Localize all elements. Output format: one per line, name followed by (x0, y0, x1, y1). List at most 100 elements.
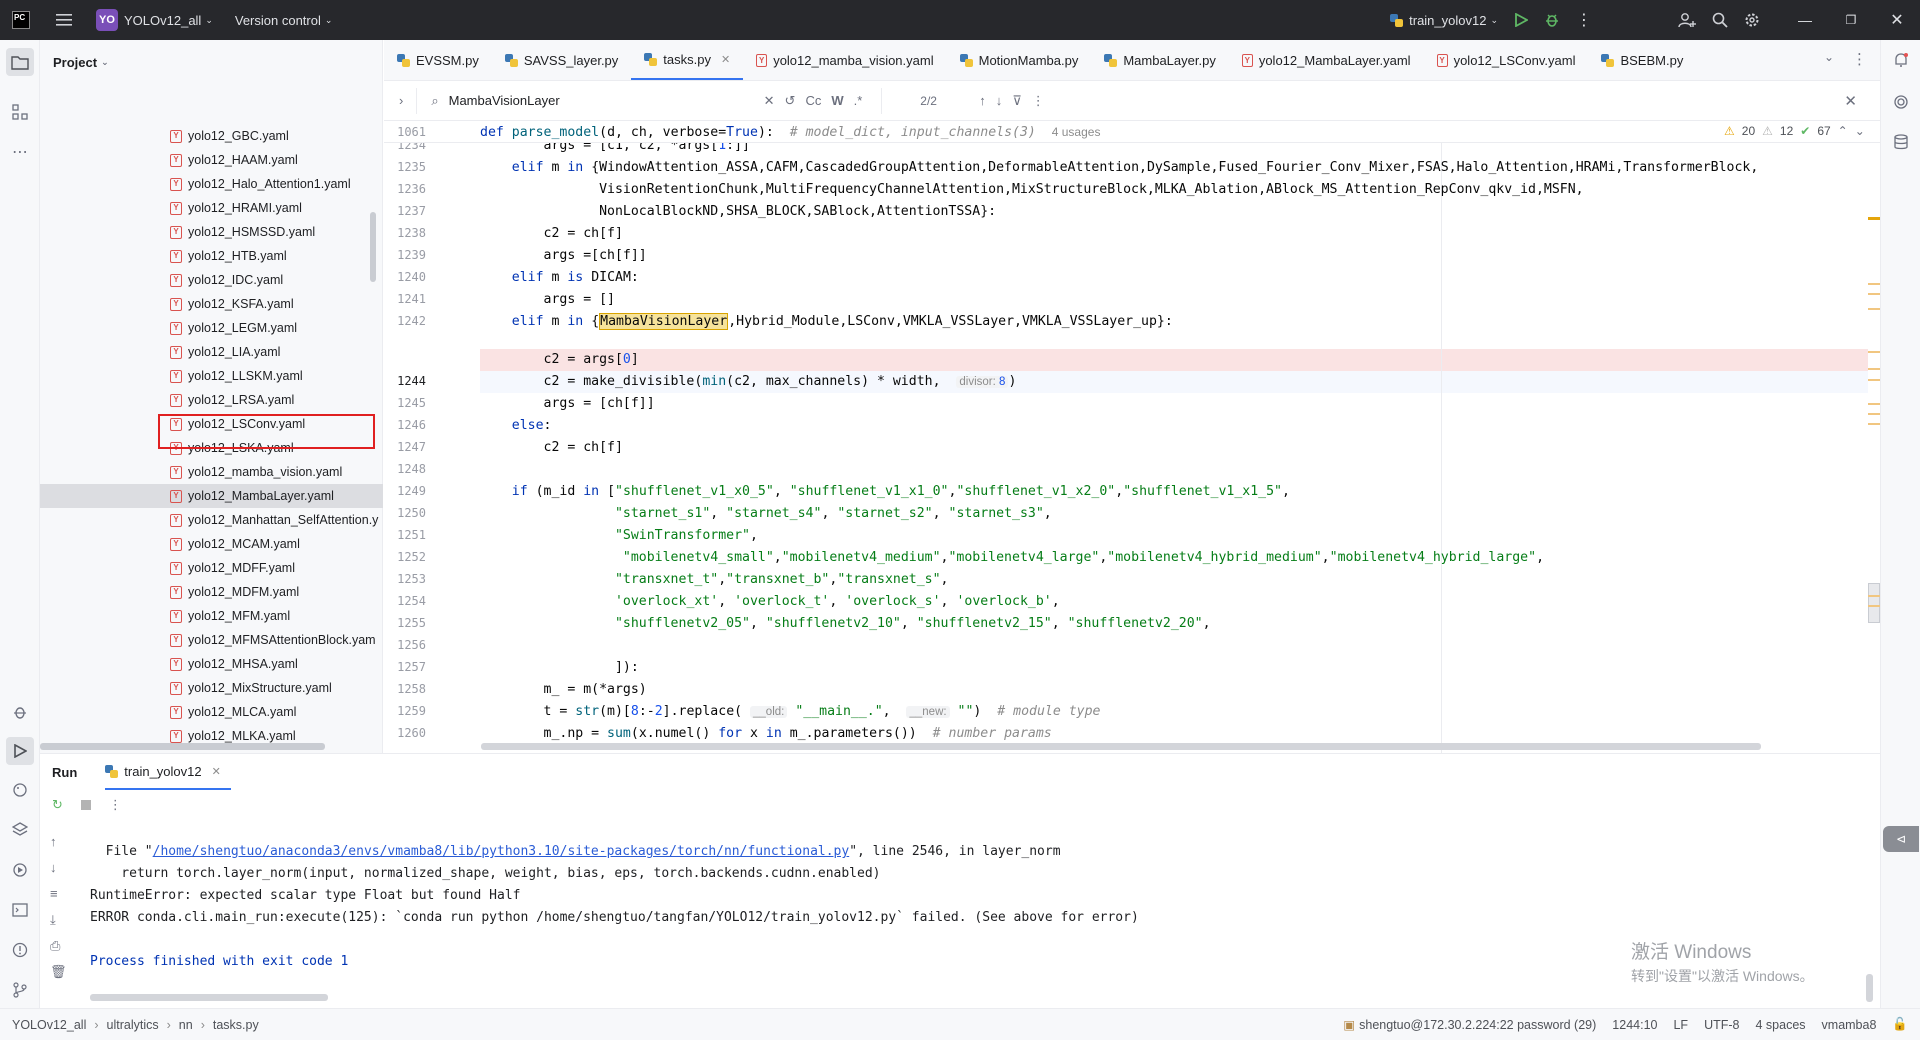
file-tree-item[interactable]: Yyolo12_IDC.yaml (40, 268, 383, 292)
file-encoding[interactable]: UTF-8 (1696, 1018, 1747, 1032)
previous-match-button[interactable]: ↑ (974, 93, 991, 108)
file-tree-item[interactable]: Yyolo12_HSMSSD.yaml (40, 220, 383, 244)
line-separator[interactable]: LF (1665, 1018, 1696, 1032)
stop-button[interactable] (80, 800, 91, 810)
file-tree-item[interactable]: Yyolo12_GBC.yaml (40, 124, 383, 148)
file-tree-item[interactable]: Yyolo12_MLCA.yaml (40, 700, 383, 724)
editor-tab[interactable]: tasks.py ✕ (631, 40, 744, 80)
python-console-button[interactable] (8, 778, 32, 802)
history-button[interactable]: ↺ (780, 93, 801, 109)
close-tab-icon[interactable]: ✕ (721, 53, 730, 66)
close-search-button[interactable]: ✕ (1839, 92, 1862, 110)
interpreter-widget[interactable]: vmamba8 (1814, 1018, 1885, 1032)
editor-tab[interactable]: Yyolo12_LSConv.yaml (1424, 40, 1589, 80)
rerun-button[interactable]: ↻ (52, 797, 63, 813)
close-window-button[interactable]: ✕ (1874, 0, 1920, 40)
run-tool-button[interactable] (6, 737, 34, 765)
settings-button[interactable] (1736, 0, 1768, 40)
file-tree-item[interactable]: Yyolo12_MCAM.yaml (40, 532, 383, 556)
structure-tool-button[interactable] (8, 100, 32, 124)
vcs-widget[interactable]: Version control ⌄ (227, 0, 341, 40)
file-tree-item[interactable]: Yyolo12_HRAMI.yaml (40, 196, 383, 220)
file-tree-item[interactable]: Yyolo12_Manhattan_SelfAttention.y (40, 508, 383, 532)
problems-tool-button[interactable] (8, 938, 32, 962)
regex-button[interactable]: .* (849, 93, 868, 108)
add-user-button[interactable] (1670, 0, 1704, 40)
whole-words-button[interactable]: W (826, 93, 848, 108)
file-tree-item[interactable]: Yyolo12_MixStructure.yaml (40, 676, 383, 700)
services-tool-button[interactable] (8, 858, 32, 882)
editor-tab[interactable]: BSEBM.py (1588, 40, 1696, 80)
minimize-button[interactable]: — (1782, 0, 1828, 40)
filter-button[interactable]: ⊽ (1007, 93, 1027, 109)
remote-host-widget[interactable]: ▣ shengtuo@172.30.2.224:22 password (29) (1335, 1017, 1604, 1033)
file-tree-item[interactable]: Yyolo12_MFMSAttentionBlock.yam (40, 628, 383, 652)
notifications-button[interactable] (1889, 48, 1913, 72)
print-button[interactable]: ⎙ (50, 938, 72, 964)
next-highlight-button[interactable]: ⌄ (1855, 124, 1865, 138)
editor-tab[interactable]: MambaLayer.py (1091, 40, 1229, 80)
project-tool-button[interactable] (6, 48, 34, 76)
project-header[interactable]: Project ⌄ (40, 40, 382, 84)
search-input[interactable] (448, 93, 759, 108)
file-tree-item[interactable]: Yyolo12_MDFM.yaml (40, 580, 383, 604)
run-config-tab[interactable]: train_yolov12 ✕ (105, 754, 231, 790)
gutter[interactable]: 1234 1235 1236 1237 1238 1239 1240 1241 1242 1244… (384, 121, 480, 753)
file-tree-item[interactable]: Yyolo12_Halo_Attention1.yaml (40, 172, 383, 196)
ai-assistant-button[interactable] (1889, 90, 1913, 114)
breadcrumb-item[interactable]: ultralytics (107, 1018, 159, 1032)
lock-button[interactable]: 🔓 (1884, 1017, 1920, 1032)
file-tree-item[interactable]: Yyolo12_LLSKM.yaml (40, 364, 383, 388)
database-button[interactable] (1889, 130, 1913, 154)
match-case-button[interactable]: Cc (800, 93, 826, 108)
file-tree-item[interactable]: Yyolo12_LRSA.yaml (40, 388, 383, 412)
file-tree-item[interactable]: Yyolo12_HTB.yaml (40, 244, 383, 268)
git-tool-button[interactable] (8, 978, 32, 1002)
debug-button[interactable] (1536, 0, 1568, 40)
tree-scrollbar[interactable] (370, 212, 376, 282)
collapse-panel-button[interactable]: ⊲ (1883, 826, 1919, 852)
layers-tool-button[interactable] (8, 818, 32, 842)
editor-tab[interactable]: Yyolo12_MambaLayer.yaml (1229, 40, 1424, 80)
restore-button[interactable]: ❐ (1828, 0, 1874, 40)
file-tree-item[interactable]: Yyolo12_MDFF.yaml (40, 556, 383, 580)
console-hscrollbar[interactable] (90, 994, 328, 1001)
run-more-button[interactable]: ⋮ (109, 797, 122, 813)
usages-hint[interactable]: 4 usages (1052, 125, 1101, 139)
search-everywhere-button[interactable] (1704, 0, 1736, 40)
tabs-more-button[interactable]: ⋮ (1852, 50, 1872, 72)
scroll-up-button[interactable]: ↑ (50, 834, 72, 860)
inspection-widget[interactable]: ⚠ 20 ⚠ 12 ✔ 67 ⌃ ⌄ (1724, 124, 1865, 138)
project-switcher[interactable]: YO YOLOv12_all ⌄ (88, 0, 221, 40)
editor-tab[interactable]: MotionMamba.py (947, 40, 1092, 80)
close-tab-icon[interactable]: ✕ (212, 765, 221, 778)
file-tree-item[interactable]: Yyolo12_mamba_vision.yaml (40, 460, 383, 484)
expand-replace-button[interactable]: › (394, 93, 408, 108)
file-tree-item[interactable]: Yyolo12_LEGM.yaml (40, 316, 383, 340)
code-editor[interactable]: 1061 def parse_model(d, ch, verbose=True… (384, 121, 1880, 753)
editor-tab[interactable]: SAVSS_layer.py (492, 40, 631, 80)
indent-setting[interactable]: 4 spaces (1748, 1018, 1814, 1032)
editor-tab[interactable]: EVSSM.py (384, 40, 492, 80)
file-tree-item[interactable]: Yyolo12_KSFA.yaml (40, 292, 383, 316)
soft-wrap-button[interactable]: ≡ (50, 886, 72, 912)
file-tree-item[interactable]: Yyolo12_LIA.yaml (40, 340, 383, 364)
file-link[interactable]: /home/shengtuo/anaconda3/envs/vmamba8/li… (153, 844, 850, 859)
breadcrumb-item[interactable]: tasks.py (213, 1018, 259, 1032)
clear-console-button[interactable]: 🗑 (50, 964, 72, 990)
debug-tool-button[interactable] (8, 700, 32, 724)
terminal-tool-button[interactable] (8, 898, 32, 922)
tree-hscrollbar[interactable] (40, 743, 325, 750)
clear-search-button[interactable]: ✕ (759, 93, 780, 109)
breadcrumb-item[interactable]: YOLOv12_all (12, 1018, 86, 1032)
console-vscrollbar[interactable] (1866, 974, 1873, 1002)
more-actions-button[interactable]: ⋮ (1568, 0, 1600, 40)
file-tree-item[interactable]: Yyolo12_MHSA.yaml (40, 652, 383, 676)
main-menu-button[interactable] (48, 0, 80, 40)
editor-tab[interactable]: Yyolo12_mamba_vision.yaml (743, 40, 946, 80)
prev-highlight-button[interactable]: ⌃ (1838, 124, 1848, 138)
editor-hscrollbar[interactable] (481, 743, 1761, 750)
error-stripe[interactable] (1866, 143, 1880, 753)
run-button[interactable] (1506, 0, 1536, 40)
caret-position[interactable]: 1244:10 (1604, 1018, 1665, 1032)
